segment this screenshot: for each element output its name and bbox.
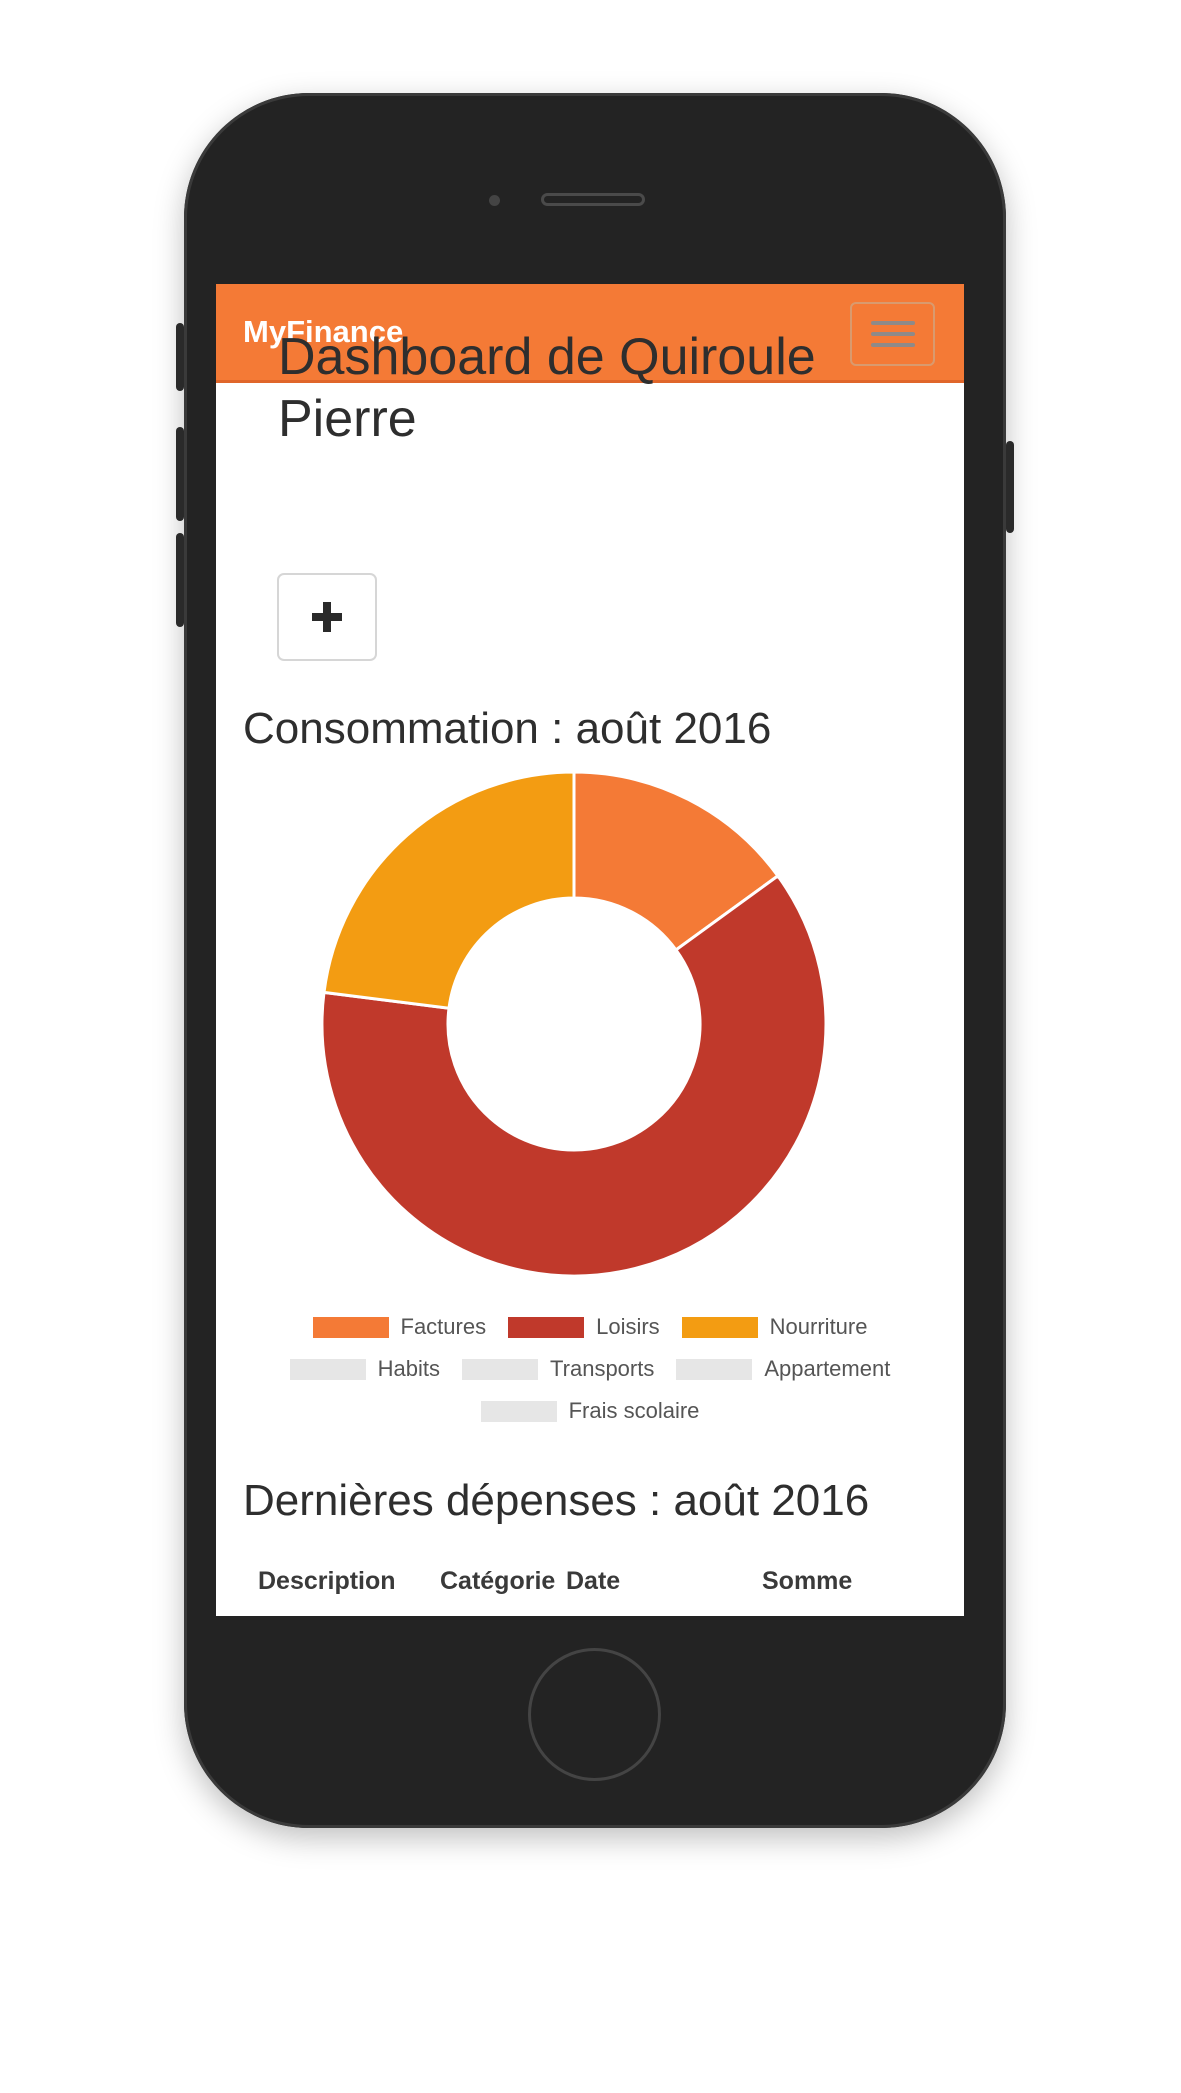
chart-legend-row: Habits Transports Appartement [216, 1356, 964, 1382]
legend-swatch [676, 1358, 753, 1380]
column-header-amount[interactable]: Somme [762, 1567, 852, 1596]
consumption-heading: Consommation : août 2016 [243, 704, 772, 753]
power-button [1006, 441, 1014, 533]
legend-item-loisirs[interactable]: Loisirs [508, 1314, 660, 1340]
column-header-date[interactable]: Date [566, 1567, 620, 1596]
legend-item-frais-scolaire[interactable]: Frais scolaire [480, 1398, 700, 1424]
volume-down-button [176, 533, 184, 627]
home-button[interactable] [528, 1648, 661, 1781]
legend-item-transports[interactable]: Transports [462, 1356, 654, 1382]
column-header-description[interactable]: Description [258, 1567, 396, 1596]
legend-swatch [312, 1316, 389, 1338]
page-title: Dashboard de Quiroule Pierre [278, 328, 816, 448]
legend-swatch [681, 1316, 758, 1338]
column-header-category[interactable]: Catégorie [440, 1567, 555, 1596]
legend-label: Habits [377, 1356, 441, 1381]
legend-label: Transports [550, 1356, 655, 1381]
legend-item-nourriture[interactable]: Nourriture [681, 1314, 868, 1340]
menu-toggle-button[interactable] [850, 302, 935, 366]
legend-item-factures[interactable]: Factures [312, 1314, 487, 1340]
legend-item-appartement[interactable]: Appartement [676, 1356, 890, 1382]
hamburger-icon [870, 321, 915, 325]
hamburger-icon [870, 332, 915, 336]
expenses-heading: Dernières dépenses : août 2016 [243, 1476, 870, 1525]
donut-slice-nourriture[interactable] [322, 772, 576, 1010]
legend-label: Frais scolaire [568, 1398, 700, 1423]
app-screen: MyFinance Dashboard de Quiroule Pierre C… [216, 284, 964, 1616]
legend-label: Factures [400, 1314, 487, 1339]
legend-swatch [508, 1316, 585, 1338]
hamburger-icon [870, 343, 915, 347]
chart-legend-row: Factures Loisirs Nourriture [216, 1314, 964, 1340]
legend-swatch [462, 1358, 539, 1380]
legend-label: Appartement [764, 1356, 891, 1381]
legend-item-habits[interactable]: Habits [289, 1356, 441, 1382]
volume-up-button [176, 427, 184, 521]
add-expense-button[interactable] [277, 573, 377, 661]
plus-icon [312, 602, 342, 632]
mute-switch [176, 323, 184, 391]
legend-swatch [480, 1400, 557, 1422]
chart-legend-row: Frais scolaire [216, 1398, 964, 1424]
legend-label: Loisirs [596, 1314, 660, 1339]
front-camera [489, 195, 500, 206]
legend-label: Nourriture [769, 1314, 868, 1339]
legend-swatch [289, 1358, 366, 1380]
earpiece-speaker [541, 193, 645, 206]
consumption-donut-chart [320, 772, 828, 1278]
